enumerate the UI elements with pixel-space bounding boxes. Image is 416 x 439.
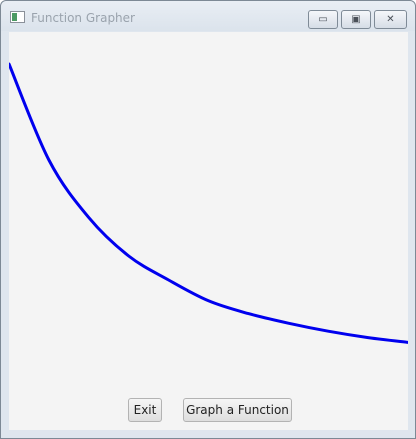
graph-canvas (9, 62, 408, 344)
window-title: Function Grapher (31, 11, 135, 25)
minimize-icon: ▭ (318, 13, 328, 25)
close-icon: ✕ (386, 13, 395, 25)
title-bar[interactable]: Function Grapher ▭ ▣ ✕ (1, 1, 415, 31)
exit-button[interactable]: Exit (128, 398, 162, 422)
close-button[interactable]: ✕ (374, 10, 407, 29)
maximize-button[interactable]: ▣ (341, 10, 371, 29)
app-window: Function Grapher ▭ ▣ ✕ Exit Graph a Func… (0, 0, 416, 439)
client-area: Exit Graph a Function (9, 32, 408, 430)
application-icon[interactable] (10, 11, 25, 23)
graph-a-function-button[interactable]: Graph a Function (183, 398, 292, 422)
maximize-icon: ▣ (351, 13, 361, 25)
function-curve (9, 62, 408, 344)
minimize-button[interactable]: ▭ (308, 10, 338, 29)
